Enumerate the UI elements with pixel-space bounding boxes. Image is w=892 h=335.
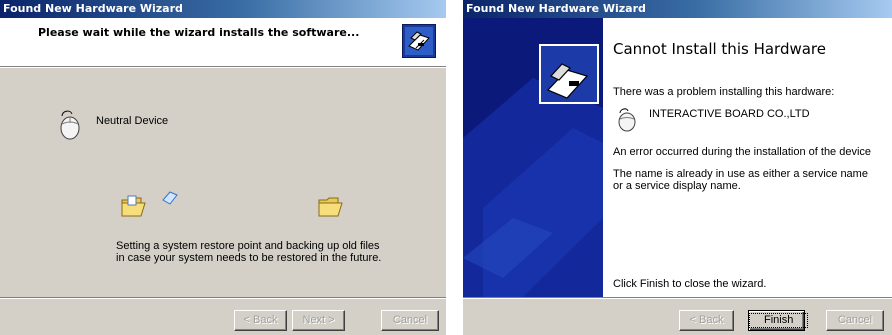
problem-text: There was a problem installing this hard… xyxy=(613,86,835,98)
cancel-button[interactable]: Cancel xyxy=(826,310,884,331)
next-button[interactable]: Next > xyxy=(292,310,345,331)
error-heading: Cannot Install this Hardware xyxy=(613,40,826,58)
back-button[interactable]: < Back xyxy=(234,310,287,331)
error-detail: The name is already in use as either a s… xyxy=(613,168,868,192)
device-name: Neutral Device xyxy=(96,115,169,127)
status-message: Setting a system restore point and backi… xyxy=(116,240,382,264)
wizard-content: Cannot Install this Hardware There was a… xyxy=(603,18,892,297)
mouse-icon xyxy=(618,108,636,132)
mouse-icon xyxy=(60,110,80,140)
title-bar: Found New Hardware Wizard xyxy=(463,0,892,18)
title-bar: Found New Hardware Wizard xyxy=(0,0,446,18)
wizard-window-installing: Found New Hardware Wizard Please wait wh… xyxy=(0,0,446,335)
finish-button-label: Finish xyxy=(749,313,809,328)
back-button[interactable]: < Back xyxy=(679,310,734,331)
footer-divider xyxy=(0,297,446,299)
header-divider xyxy=(0,66,446,68)
finish-button[interactable]: Finish xyxy=(748,310,809,331)
hardware-wizard-icon xyxy=(402,24,436,58)
error-text: An error occurred during the installatio… xyxy=(613,146,872,158)
footer-divider xyxy=(463,297,892,299)
cancel-button[interactable]: Cancel xyxy=(381,310,439,331)
open-folder-icon xyxy=(121,195,146,217)
device-name: INTERACTIVE BOARD CO.,LTD xyxy=(649,108,810,120)
wizard-sidebar xyxy=(463,18,603,297)
wizard-window-error: Found New Hardware Wizard Cannot Install… xyxy=(463,0,892,335)
sidebar-graphic xyxy=(463,18,603,297)
header-title: Please wait while the wizard installs th… xyxy=(38,26,360,39)
wizard-header: Please wait while the wizard installs th… xyxy=(0,18,446,66)
open-folder-icon xyxy=(318,197,343,217)
finish-hint: Click Finish to close the wizard. xyxy=(613,278,767,290)
flying-document-icon xyxy=(162,191,178,205)
